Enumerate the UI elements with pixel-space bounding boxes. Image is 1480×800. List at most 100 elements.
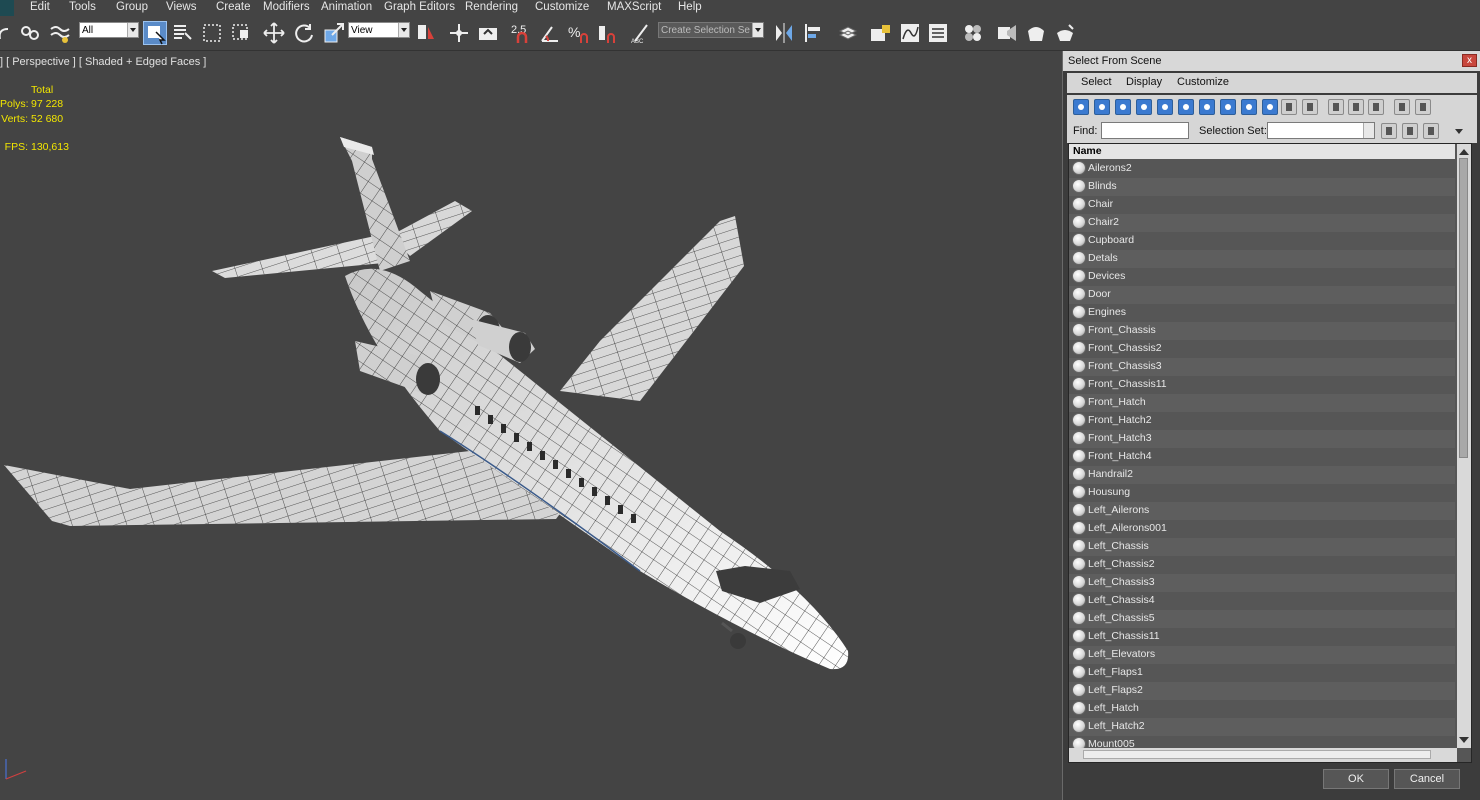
- edit-named-selection-icon[interactable]: ABC: [629, 21, 653, 45]
- list-item[interactable]: Front_Chassis: [1069, 322, 1455, 340]
- list-item[interactable]: Handrail2: [1069, 466, 1455, 484]
- angle-snap-icon[interactable]: [538, 21, 562, 45]
- menu-modifiers[interactable]: Modifiers: [263, 0, 310, 16]
- render-setup-icon[interactable]: [995, 21, 1019, 45]
- align-icon[interactable]: [802, 21, 826, 45]
- selection-set-dropdown[interactable]: [1267, 122, 1375, 139]
- menu-graph-editors[interactable]: Graph Editors: [384, 0, 455, 16]
- select-and-manipulate-icon[interactable]: [447, 21, 471, 45]
- list-item[interactable]: Front_Hatch4: [1069, 448, 1455, 466]
- list-item[interactable]: Blinds: [1069, 178, 1455, 196]
- cancel-button[interactable]: Cancel: [1394, 769, 1460, 789]
- snaps-toggle-icon[interactable]: 2.5: [510, 21, 534, 45]
- display-geometry-icon[interactable]: [1073, 99, 1089, 115]
- dialog-menu-display[interactable]: Display: [1126, 76, 1162, 88]
- mirror-icon[interactable]: [772, 21, 796, 45]
- undo-icon[interactable]: [0, 21, 18, 45]
- list-item[interactable]: Ailerons2: [1069, 160, 1455, 178]
- menu-customize[interactable]: Customize: [535, 0, 589, 16]
- list-item[interactable]: Left_Chassis11: [1069, 628, 1455, 646]
- menu-help[interactable]: Help: [678, 0, 702, 16]
- column-header-name[interactable]: Name: [1069, 144, 1455, 159]
- list-item[interactable]: Detals: [1069, 250, 1455, 268]
- list-item[interactable]: Housung: [1069, 484, 1455, 502]
- collapse-chevron-icon[interactable]: [1455, 129, 1463, 138]
- menu-views[interactable]: Views: [166, 0, 196, 16]
- rendered-frame-window-icon[interactable]: [1024, 21, 1048, 45]
- menu-create[interactable]: Create: [216, 0, 251, 16]
- select-all-icon[interactable]: [1328, 99, 1344, 115]
- close-icon[interactable]: x: [1462, 54, 1477, 67]
- display-helpers-icon[interactable]: [1157, 99, 1173, 115]
- schematic-view-icon[interactable]: [926, 21, 950, 45]
- window-crossing-icon[interactable]: [229, 21, 253, 45]
- display-bones-icon[interactable]: [1241, 99, 1257, 115]
- rotate-icon[interactable]: [292, 21, 316, 45]
- keyboard-shortcut-override-icon[interactable]: [476, 21, 500, 45]
- list-item[interactable]: Door: [1069, 286, 1455, 304]
- vertical-scrollbar[interactable]: [1457, 144, 1471, 748]
- list-item[interactable]: Front_Hatch: [1069, 394, 1455, 412]
- list-item[interactable]: Left_Chassis4: [1069, 592, 1455, 610]
- list-item[interactable]: Left_Flaps1: [1069, 664, 1455, 682]
- display-lights-icon[interactable]: [1115, 99, 1131, 115]
- menu-edit[interactable]: Edit: [30, 0, 50, 16]
- menu-rendering[interactable]: Rendering: [465, 0, 518, 16]
- list-item[interactable]: Chair: [1069, 196, 1455, 214]
- bind-to-space-warp-icon[interactable]: [48, 21, 72, 45]
- vertical-scroll-thumb[interactable]: [1459, 158, 1468, 458]
- menu-group[interactable]: Group: [116, 0, 148, 16]
- select-by-name-icon[interactable]: [171, 21, 195, 45]
- display-space-warps-icon[interactable]: [1178, 99, 1194, 115]
- display-containers-icon[interactable]: [1262, 99, 1278, 115]
- graphite-modeling-tools-icon[interactable]: [868, 21, 892, 45]
- horizontal-scroll-thumb[interactable]: [1083, 750, 1431, 759]
- list-item[interactable]: Front_Chassis11: [1069, 376, 1455, 394]
- filter-icon[interactable]: [1394, 99, 1410, 115]
- reference-coordinate-dropdown[interactable]: View: [348, 22, 410, 38]
- material-editor-icon[interactable]: [961, 21, 985, 45]
- spinner-snap-icon[interactable]: [596, 21, 620, 45]
- list-item[interactable]: Chair2: [1069, 214, 1455, 232]
- display-frozen-icon[interactable]: [1281, 99, 1297, 115]
- list-item[interactable]: Front_Hatch3: [1069, 430, 1455, 448]
- dialog-menu-customize[interactable]: Customize: [1177, 76, 1229, 88]
- list-item[interactable]: Front_Chassis2: [1069, 340, 1455, 358]
- list-item[interactable]: Front_Chassis3: [1069, 358, 1455, 376]
- delete-selection-set-icon[interactable]: [1423, 123, 1439, 139]
- list-item[interactable]: Left_Ailerons: [1069, 502, 1455, 520]
- sort-filter-icon[interactable]: [1415, 99, 1431, 115]
- list-item[interactable]: Left_Chassis5: [1069, 610, 1455, 628]
- list-item[interactable]: Left_Elevators: [1069, 646, 1455, 664]
- find-input[interactable]: [1101, 122, 1189, 139]
- scale-icon[interactable]: [322, 21, 346, 45]
- list-item[interactable]: Left_Hatch2: [1069, 718, 1455, 736]
- dialog-menu-select[interactable]: Select: [1081, 76, 1112, 88]
- display-xrefs-icon[interactable]: [1220, 99, 1236, 115]
- select-object-icon[interactable]: [143, 21, 167, 45]
- menu-maxscript[interactable]: MAXScript: [607, 0, 661, 16]
- render-production-icon[interactable]: [1053, 21, 1077, 45]
- list-item[interactable]: Left_Ailerons001: [1069, 520, 1455, 538]
- rectangular-selection-icon[interactable]: [200, 21, 224, 45]
- dialog-title-bar[interactable]: Select From Scene: [1063, 51, 1480, 71]
- create-selection-set-icon[interactable]: [1381, 123, 1397, 139]
- scene-object-list[interactable]: Name Ailerons2 Blinds Chair Chair2 Cupboard D…: [1068, 143, 1472, 763]
- ok-button[interactable]: OK: [1323, 769, 1389, 789]
- percent-snap-icon[interactable]: %: [567, 21, 591, 45]
- list-item[interactable]: Left_Chassis: [1069, 538, 1455, 556]
- list-item[interactable]: Left_Chassis3: [1069, 574, 1455, 592]
- move-icon[interactable]: [262, 21, 286, 45]
- list-item[interactable]: Left_Hatch: [1069, 700, 1455, 718]
- jet-model-wireframe[interactable]: [0, 51, 1060, 800]
- selection-filter-dropdown[interactable]: All: [79, 22, 139, 38]
- perspective-viewport[interactable]: ] [ Perspective ] [ Shaded + Edged Faces…: [0, 51, 1060, 800]
- list-item[interactable]: Devices: [1069, 268, 1455, 286]
- list-item[interactable]: Front_Hatch2: [1069, 412, 1455, 430]
- curve-editor-icon[interactable]: [898, 21, 922, 45]
- named-selection-set-dropdown[interactable]: Create Selection Se: [658, 22, 764, 38]
- select-and-link-icon[interactable]: [18, 21, 42, 45]
- scroll-up-icon[interactable]: [1459, 144, 1469, 155]
- display-cameras-icon[interactable]: [1136, 99, 1152, 115]
- chevron-down-icon[interactable]: [1363, 123, 1374, 138]
